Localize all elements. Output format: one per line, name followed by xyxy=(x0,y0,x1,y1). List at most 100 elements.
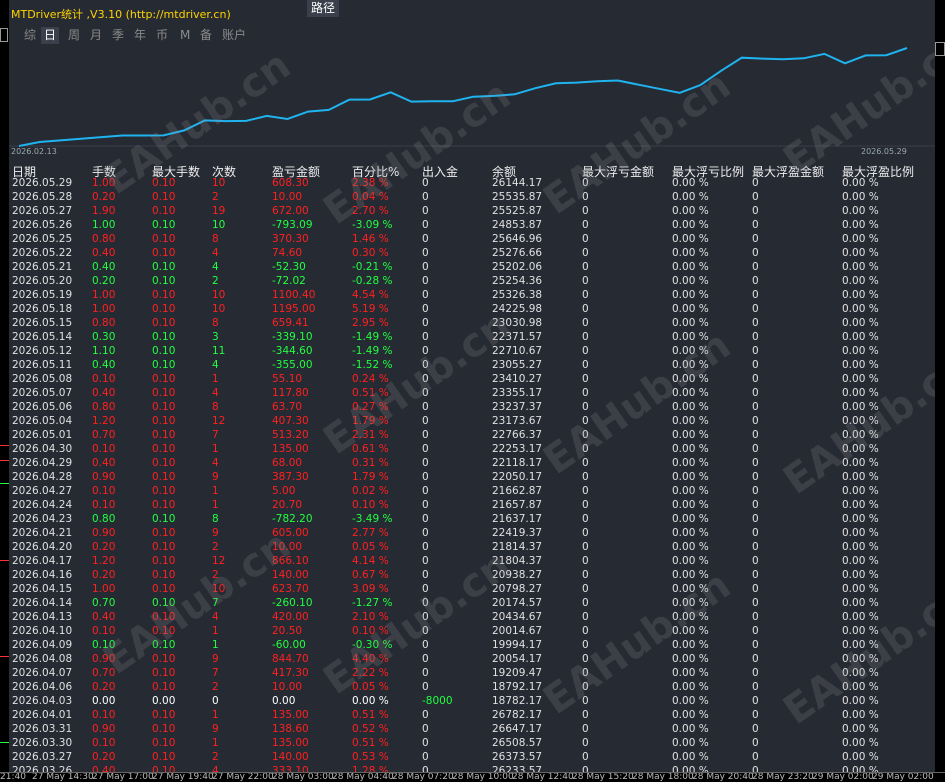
table-row[interactable]: 2026.04.14 0.70 0.10 7 -260.10 -1.27 % 0 20174.… xyxy=(9,596,935,610)
table-row[interactable]: 2026.04.20 0.20 0.10 2 10.00 0.05 % 0 21814.37 0… xyxy=(9,540,935,554)
table-row[interactable]: 2026.05.25 0.80 0.10 8 370.30 1.46 % 0 25646.96… xyxy=(9,232,935,246)
table-cell: 1 xyxy=(212,373,219,385)
table-cell: 22419.37 xyxy=(492,527,543,539)
table-cell: 25646.96 xyxy=(492,233,543,245)
table-row[interactable]: 2026.04.24 0.10 0.10 1 20.70 0.10 % 0 21657.87 0… xyxy=(9,498,935,512)
table-row[interactable]: 2026.05.14 0.30 0.10 3 -339.10 -1.49 % 0 22371.… xyxy=(9,330,935,344)
table-cell: 0 xyxy=(582,625,589,637)
table-cell: 8 xyxy=(212,233,219,245)
tab-6[interactable]: 年 xyxy=(131,27,149,44)
table-row[interactable]: 2026.04.01 0.10 0.10 1 135.00 0.51 % 0 26782.17… xyxy=(9,708,935,722)
tab-4[interactable]: 月 xyxy=(87,27,105,44)
table-row[interactable]: 2026.05.15 0.80 0.10 8 659.41 2.95 % 0 23030.98… xyxy=(9,316,935,330)
table-cell: 0.10 xyxy=(152,513,176,525)
table-row[interactable]: 2026.03.31 0.90 0.10 9 138.60 0.52 % 0 26647.17… xyxy=(9,722,935,736)
table-row[interactable]: 2026.04.29 0.40 0.10 4 68.00 0.31 % 0 22118.17 0… xyxy=(9,456,935,470)
table-row[interactable]: 2026.04.10 0.10 0.10 1 20.50 0.10 % 0 20014.67 0… xyxy=(9,624,935,638)
table-row[interactable]: 2026.04.23 0.80 0.10 8 -782.20 -3.49 % 0 21637.… xyxy=(9,512,935,526)
table-row[interactable]: 2026.04.09 0.10 0.10 1 -60.00 -0.30 % 0 19994.1… xyxy=(9,638,935,652)
table-cell: 0.10 xyxy=(152,723,176,735)
table-row[interactable]: 2026.04.06 0.20 0.10 2 10.00 0.05 % 0 18792.17 0… xyxy=(9,680,935,694)
table-row[interactable]: 2026.03.30 0.10 0.10 1 135.00 0.51 % 0 26508.57… xyxy=(9,736,935,750)
table-row[interactable]: 2026.05.18 1.00 0.10 10 1195.00 5.19 % 0 24225.… xyxy=(9,302,935,316)
table-row[interactable]: 2026.05.12 1.10 0.10 11 -344.60 -1.49 % 0 22710… xyxy=(9,344,935,358)
tab-2[interactable]: 日 xyxy=(41,27,60,44)
table-row[interactable]: 2026.04.08 0.90 0.10 9 844.70 4.40 % 0 20054.17… xyxy=(9,652,935,666)
table-cell: -1.49 % xyxy=(352,331,393,343)
tab-10[interactable]: 账户 xyxy=(219,27,249,44)
table-row[interactable]: 2026.04.30 0.10 0.10 1 135.00 0.61 % 0 22253.17… xyxy=(9,442,935,456)
table-cell: 2026.04.06 xyxy=(12,681,73,693)
table-row[interactable]: 2026.04.15 1.00 0.10 10 623.70 3.09 % 0 20798.2… xyxy=(9,582,935,596)
table-row[interactable]: 2026.04.21 0.90 0.10 9 605.00 2.77 % 0 22419.37… xyxy=(9,526,935,540)
table-cell: 0.10 xyxy=(152,527,176,539)
table-row[interactable]: 2026.05.29 1.00 0.10 10 608.30 2.38 % 0 26144.1… xyxy=(9,176,935,190)
table-row[interactable]: 2026.05.20 0.20 0.10 2 -72.02 -0.28 % 0 25254.3… xyxy=(9,274,935,288)
table-row[interactable]: 2026.04.16 0.20 0.10 2 140.00 0.67 % 0 20938.27… xyxy=(9,568,935,582)
table-cell: 0 xyxy=(422,681,429,693)
table-row[interactable]: 2026.04.28 0.90 0.10 9 387.30 1.79 % 0 22050.17… xyxy=(9,470,935,484)
table-cell: 2026.04.28 xyxy=(12,471,73,483)
table-cell: 0.05 % xyxy=(352,681,389,693)
table-row[interactable]: 2026.05.04 1.20 0.10 12 407.30 1.79 % 0 23173.6… xyxy=(9,414,935,428)
table-cell: 0 xyxy=(422,345,429,357)
table-row[interactable]: 2026.05.08 0.10 0.10 1 55.10 0.24 % 0 23410.27 0… xyxy=(9,372,935,386)
time-axis-label: 27 May 19:40 xyxy=(152,772,214,782)
tab-3[interactable]: 周 xyxy=(65,27,83,44)
table-cell: 0 xyxy=(582,667,589,679)
table-cell: 1195.00 xyxy=(272,303,316,315)
table-cell: 0 xyxy=(582,331,589,343)
table-cell: 0.00 % xyxy=(842,401,879,413)
edge-indicator-line xyxy=(0,742,9,743)
table-row[interactable]: 2026.05.21 0.40 0.10 4 -52.30 -0.21 % 0 25202.0… xyxy=(9,260,935,274)
table-cell: 0 xyxy=(582,177,589,189)
table-cell: 2.10 % xyxy=(352,611,389,623)
table-cell: 0.51 % xyxy=(352,709,389,721)
table-cell: 0.20 xyxy=(92,681,116,693)
tab-5[interactable]: 季 xyxy=(109,27,127,44)
right-scroll-box[interactable] xyxy=(935,42,945,56)
tab-9[interactable]: 备 xyxy=(197,27,215,44)
table-row[interactable]: 2026.04.27 0.10 0.10 1 5.00 0.02 % 0 21662.87 0 0… xyxy=(9,484,935,498)
table-row[interactable]: 2026.05.26 1.00 0.10 10 -793.09 -3.09 % 0 24853… xyxy=(9,218,935,232)
table-cell: 0 xyxy=(752,401,759,413)
table-row[interactable]: 2026.05.07 0.40 0.10 4 117.80 0.51 % 0 23355.17… xyxy=(9,386,935,400)
table-cell: 0.10 xyxy=(152,289,176,301)
table-row[interactable]: 2026.05.19 1.00 0.10 10 1100.40 4.54 % 0 25326.… xyxy=(9,288,935,302)
table-row[interactable]: 2026.05.28 0.20 0.10 2 10.00 0.04 % 0 25535.87 0… xyxy=(9,190,935,204)
table-cell: 0.00 % xyxy=(672,583,709,595)
table-row[interactable]: 2026.05.11 0.40 0.10 4 -355.00 -1.52 % 0 23055.… xyxy=(9,358,935,372)
table-cell: 10 xyxy=(212,583,226,595)
tab-1[interactable]: 综 xyxy=(21,27,39,44)
table-cell: 0 xyxy=(752,317,759,329)
table-cell: -3.49 % xyxy=(352,513,393,525)
table-cell: 1 xyxy=(212,709,219,721)
table-row[interactable]: 2026.03.27 0.20 0.10 2 140.00 0.53 % 0 26373.57… xyxy=(9,750,935,764)
table-row[interactable]: 2026.05.06 0.80 0.10 8 63.70 0.27 % 0 23237.37 0… xyxy=(9,400,935,414)
table-cell: 0 xyxy=(422,765,429,772)
table-cell: 25276.66 xyxy=(492,247,543,259)
tab-path[interactable]: 路径 xyxy=(307,0,340,17)
table-cell: 0.10 xyxy=(92,639,116,651)
table-cell: 0.00 % xyxy=(842,513,879,525)
table-cell: 1.10 xyxy=(92,345,116,357)
table-cell: 25202.06 xyxy=(492,261,543,273)
table-cell: 0.00 % xyxy=(842,541,879,553)
table-cell: 0.00 % xyxy=(842,359,879,371)
table-row[interactable]: 2026.03.26 0.40 0.10 4 333.10 1.28 % 0 26233.57… xyxy=(9,764,935,772)
table-cell: 0 xyxy=(422,177,429,189)
table-row[interactable]: 2026.04.13 0.40 0.10 4 420.00 2.10 % 0 20434.67… xyxy=(9,610,935,624)
table-row[interactable]: 2026.04.07 0.70 0.10 7 417.30 2.22 % 0 19209.47… xyxy=(9,666,935,680)
table-row[interactable]: 2026.04.03 0.00 0.00 0 0.00 0.00 % -8000 18782.… xyxy=(9,694,935,708)
table-row[interactable]: 2026.04.17 1.20 0.10 12 866.10 4.14 % 0 21804.3… xyxy=(9,554,935,568)
table-row[interactable]: 2026.05.01 0.70 0.10 7 513.20 2.31 % 0 22766.37… xyxy=(9,428,935,442)
table-cell: 672.00 xyxy=(272,205,309,217)
tab-8[interactable]: M xyxy=(177,27,193,44)
table-row[interactable]: 2026.05.27 1.90 0.10 19 672.00 2.70 % 0 25525.8… xyxy=(9,204,935,218)
table-cell: 0 xyxy=(752,359,759,371)
tab-7[interactable]: 币 xyxy=(153,27,171,44)
table-cell: 0.04 % xyxy=(352,191,389,203)
left-scroll-box[interactable] xyxy=(0,28,8,42)
table-row[interactable]: 2026.05.22 0.40 0.10 4 74.60 0.30 % 0 25276.66 0… xyxy=(9,246,935,260)
table-cell: 0 xyxy=(752,303,759,315)
